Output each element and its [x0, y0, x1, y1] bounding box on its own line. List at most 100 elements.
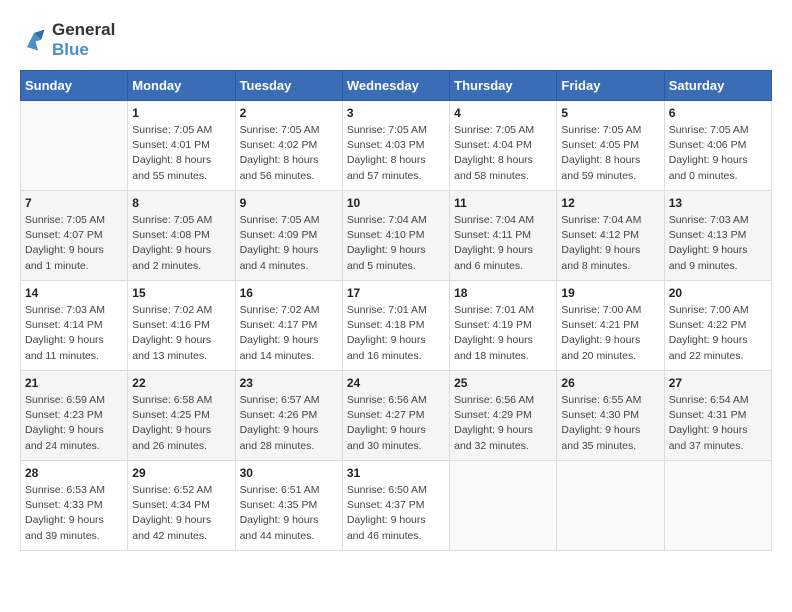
calendar-cell: 22 Sunrise: 6:58 AM Sunset: 4:25 PM Dayli… — [128, 371, 235, 461]
day-info: Sunrise: 7:05 AM Sunset: 4:07 PM Dayligh… — [25, 213, 123, 274]
day-number: 23 — [240, 376, 338, 390]
calendar-cell: 9 Sunrise: 7:05 AM Sunset: 4:09 PM Daylig… — [235, 191, 342, 281]
calendar-cell: 28 Sunrise: 6:53 AM Sunset: 4:33 PM Dayli… — [21, 461, 128, 551]
day-info: Sunrise: 7:00 AM Sunset: 4:22 PM Dayligh… — [669, 303, 767, 364]
day-info: Sunrise: 7:04 AM Sunset: 4:10 PM Dayligh… — [347, 213, 445, 274]
day-number: 11 — [454, 196, 552, 210]
day-number: 1 — [132, 106, 230, 120]
day-info: Sunrise: 6:51 AM Sunset: 4:35 PM Dayligh… — [240, 483, 338, 544]
day-info: Sunrise: 7:05 AM Sunset: 4:02 PM Dayligh… — [240, 123, 338, 184]
day-number: 24 — [347, 376, 445, 390]
calendar-week-row: 21 Sunrise: 6:59 AM Sunset: 4:23 PM Dayli… — [21, 371, 772, 461]
calendar-cell: 2 Sunrise: 7:05 AM Sunset: 4:02 PM Daylig… — [235, 101, 342, 191]
calendar-body: 1 Sunrise: 7:05 AM Sunset: 4:01 PM Daylig… — [21, 101, 772, 551]
day-info: Sunrise: 7:01 AM Sunset: 4:19 PM Dayligh… — [454, 303, 552, 364]
calendar-table: SundayMondayTuesdayWednesdayThursdayFrid… — [20, 70, 772, 551]
calendar-cell — [557, 461, 664, 551]
calendar-cell: 8 Sunrise: 7:05 AM Sunset: 4:08 PM Daylig… — [128, 191, 235, 281]
calendar-cell: 11Sunrise: 7:04 AM Sunset: 4:11 PM Dayli… — [450, 191, 557, 281]
day-number: 9 — [240, 196, 338, 210]
day-number: 2 — [240, 106, 338, 120]
calendar-cell: 5 Sunrise: 7:05 AM Sunset: 4:05 PM Daylig… — [557, 101, 664, 191]
day-info: Sunrise: 7:04 AM Sunset: 4:12 PM Dayligh… — [561, 213, 659, 274]
calendar-cell: 26 Sunrise: 6:55 AM Sunset: 4:30 PM Dayli… — [557, 371, 664, 461]
day-info: Sunrise: 6:57 AM Sunset: 4:26 PM Dayligh… — [240, 393, 338, 454]
day-number: 29 — [132, 466, 230, 480]
weekday-label: Wednesday — [342, 71, 449, 101]
day-info: Sunrise: 7:00 AM Sunset: 4:21 PM Dayligh… — [561, 303, 659, 364]
day-number: 7 — [25, 196, 123, 210]
calendar-cell: 24 Sunrise: 6:56 AM Sunset: 4:27 PM Dayli… — [342, 371, 449, 461]
weekday-header-row: SundayMondayTuesdayWednesdayThursdayFrid… — [21, 71, 772, 101]
calendar-cell: 3 Sunrise: 7:05 AM Sunset: 4:03 PM Daylig… — [342, 101, 449, 191]
day-info: Sunrise: 6:50 AM Sunset: 4:37 PM Dayligh… — [347, 483, 445, 544]
day-info: Sunrise: 7:02 AM Sunset: 4:16 PM Dayligh… — [132, 303, 230, 364]
day-info: Sunrise: 6:55 AM Sunset: 4:30 PM Dayligh… — [561, 393, 659, 454]
day-number: 30 — [240, 466, 338, 480]
calendar-cell: 30 Sunrise: 6:51 AM Sunset: 4:35 PM Dayli… — [235, 461, 342, 551]
logo-text: General Blue — [52, 20, 115, 60]
calendar-cell: 15 Sunrise: 7:02 AM Sunset: 4:16 PM Dayli… — [128, 281, 235, 371]
calendar-week-row: 7 Sunrise: 7:05 AM Sunset: 4:07 PM Daylig… — [21, 191, 772, 281]
calendar-cell — [664, 461, 771, 551]
day-number: 15 — [132, 286, 230, 300]
calendar-cell: 14 Sunrise: 7:03 AM Sunset: 4:14 PM Dayli… — [21, 281, 128, 371]
day-number: 22 — [132, 376, 230, 390]
calendar-cell: 10 Sunrise: 7:04 AM Sunset: 4:10 PM Dayli… — [342, 191, 449, 281]
calendar-cell: 23 Sunrise: 6:57 AM Sunset: 4:26 PM Dayli… — [235, 371, 342, 461]
day-number: 31 — [347, 466, 445, 480]
calendar-cell: 17 Sunrise: 7:01 AM Sunset: 4:18 PM Dayli… — [342, 281, 449, 371]
day-number: 6 — [669, 106, 767, 120]
logo-icon — [20, 26, 48, 54]
day-number: 21 — [25, 376, 123, 390]
calendar-cell: 25Sunrise: 6:56 AM Sunset: 4:29 PM Dayli… — [450, 371, 557, 461]
page-header: General Blue — [20, 20, 772, 60]
weekday-label: Thursday — [450, 71, 557, 101]
day-number: 3 — [347, 106, 445, 120]
day-number: 19 — [561, 286, 659, 300]
day-number: 4 — [454, 106, 552, 120]
calendar-cell: 12 Sunrise: 7:04 AM Sunset: 4:12 PM Dayli… — [557, 191, 664, 281]
day-number: 27 — [669, 376, 767, 390]
calendar-cell: 6 Sunrise: 7:05 AM Sunset: 4:06 PM Daylig… — [664, 101, 771, 191]
day-info: Sunrise: 6:53 AM Sunset: 4:33 PM Dayligh… — [25, 483, 123, 544]
day-number: 10 — [347, 196, 445, 210]
calendar-cell — [450, 461, 557, 551]
day-info: Sunrise: 7:05 AM Sunset: 4:04 PM Dayligh… — [454, 123, 552, 184]
day-number: 28 — [25, 466, 123, 480]
calendar-cell: 18Sunrise: 7:01 AM Sunset: 4:19 PM Dayli… — [450, 281, 557, 371]
day-number: 13 — [669, 196, 767, 210]
day-info: Sunrise: 6:59 AM Sunset: 4:23 PM Dayligh… — [25, 393, 123, 454]
calendar-cell: 4 Sunrise: 7:05 AM Sunset: 4:04 PM Daylig… — [450, 101, 557, 191]
day-info: Sunrise: 7:05 AM Sunset: 4:05 PM Dayligh… — [561, 123, 659, 184]
day-info: Sunrise: 7:05 AM Sunset: 4:03 PM Dayligh… — [347, 123, 445, 184]
day-number: 26 — [561, 376, 659, 390]
day-info: Sunrise: 7:05 AM Sunset: 4:01 PM Dayligh… — [132, 123, 230, 184]
day-info: Sunrise: 7:01 AM Sunset: 4:18 PM Dayligh… — [347, 303, 445, 364]
calendar-cell: 13 Sunrise: 7:03 AM Sunset: 4:13 PM Dayli… — [664, 191, 771, 281]
day-number: 25 — [454, 376, 552, 390]
day-number: 16 — [240, 286, 338, 300]
day-info: Sunrise: 7:05 AM Sunset: 4:08 PM Dayligh… — [132, 213, 230, 274]
calendar-cell: 19 Sunrise: 7:00 AM Sunset: 4:21 PM Dayli… — [557, 281, 664, 371]
day-info: Sunrise: 7:05 AM Sunset: 4:09 PM Dayligh… — [240, 213, 338, 274]
calendar-cell: 7 Sunrise: 7:05 AM Sunset: 4:07 PM Daylig… — [21, 191, 128, 281]
day-number: 17 — [347, 286, 445, 300]
day-number: 14 — [25, 286, 123, 300]
day-info: Sunrise: 6:54 AM Sunset: 4:31 PM Dayligh… — [669, 393, 767, 454]
calendar-cell: 29 Sunrise: 6:52 AM Sunset: 4:34 PM Dayli… — [128, 461, 235, 551]
day-info: Sunrise: 7:05 AM Sunset: 4:06 PM Dayligh… — [669, 123, 767, 184]
calendar-week-row: 14 Sunrise: 7:03 AM Sunset: 4:14 PM Dayli… — [21, 281, 772, 371]
day-info: Sunrise: 6:52 AM Sunset: 4:34 PM Dayligh… — [132, 483, 230, 544]
weekday-label: Monday — [128, 71, 235, 101]
day-info: Sunrise: 6:58 AM Sunset: 4:25 PM Dayligh… — [132, 393, 230, 454]
day-info: Sunrise: 7:03 AM Sunset: 4:14 PM Dayligh… — [25, 303, 123, 364]
day-number: 8 — [132, 196, 230, 210]
weekday-label: Sunday — [21, 71, 128, 101]
day-info: Sunrise: 6:56 AM Sunset: 4:27 PM Dayligh… — [347, 393, 445, 454]
day-number: 12 — [561, 196, 659, 210]
calendar-cell — [21, 101, 128, 191]
day-info: Sunrise: 7:03 AM Sunset: 4:13 PM Dayligh… — [669, 213, 767, 274]
day-number: 5 — [561, 106, 659, 120]
calendar-cell: 20Sunrise: 7:00 AM Sunset: 4:22 PM Dayli… — [664, 281, 771, 371]
